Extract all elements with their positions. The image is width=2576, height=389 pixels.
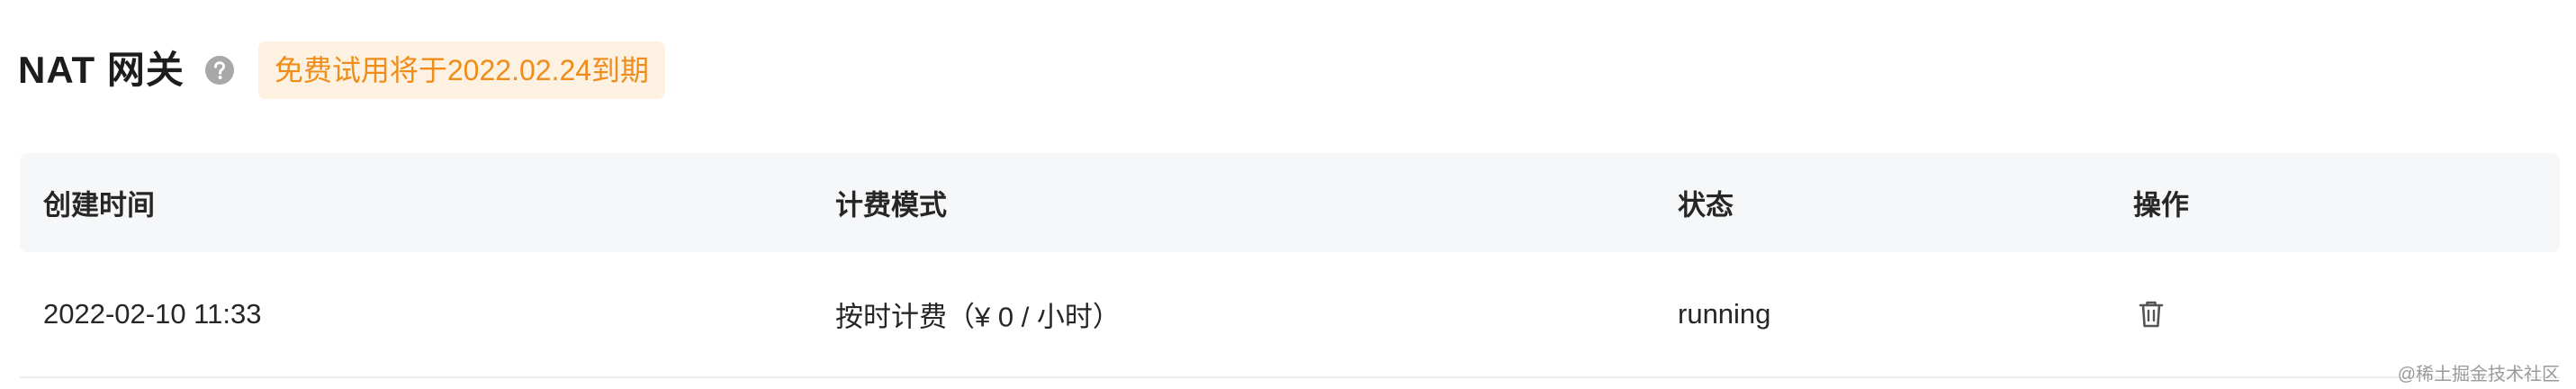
watermark: @稀土掘金技术社区 [2397, 365, 2560, 384]
page-title: NAT 网关 [18, 49, 185, 91]
nat-gateway-page: NAT 网关 免费试用将于2022.02.24到期 创建时间 计费模式 状态 操… [0, 0, 2576, 389]
column-header-created-time: 创建时间 [43, 189, 155, 222]
page-header: NAT 网关 免费试用将于2022.02.24到期 [18, 40, 666, 101]
column-header-status: 状态 [1678, 189, 1734, 222]
billing-mode-cell: 按时计费（¥ 0 / 小时） [835, 301, 1121, 333]
table-row: 2022-02-10 11:33 按时计费（¥ 0 / 小时） running [20, 252, 2560, 378]
column-header-billing-mode: 计费模式 [835, 189, 947, 222]
table-header: 创建时间 计费模式 状态 操作 [20, 153, 2560, 252]
status-cell: running [1678, 298, 1771, 330]
trash-icon[interactable] [2133, 296, 2169, 332]
trial-expiry-badge: 免费试用将于2022.02.24到期 [257, 41, 666, 99]
nat-gateway-table: 创建时间 计费模式 状态 操作 2022-02-10 11:33 按时计费（¥ … [20, 153, 2560, 378]
created-time-cell: 2022-02-10 11:33 [43, 298, 262, 330]
question-circle-icon[interactable] [204, 55, 235, 86]
column-header-actions: 操作 [2133, 189, 2189, 222]
